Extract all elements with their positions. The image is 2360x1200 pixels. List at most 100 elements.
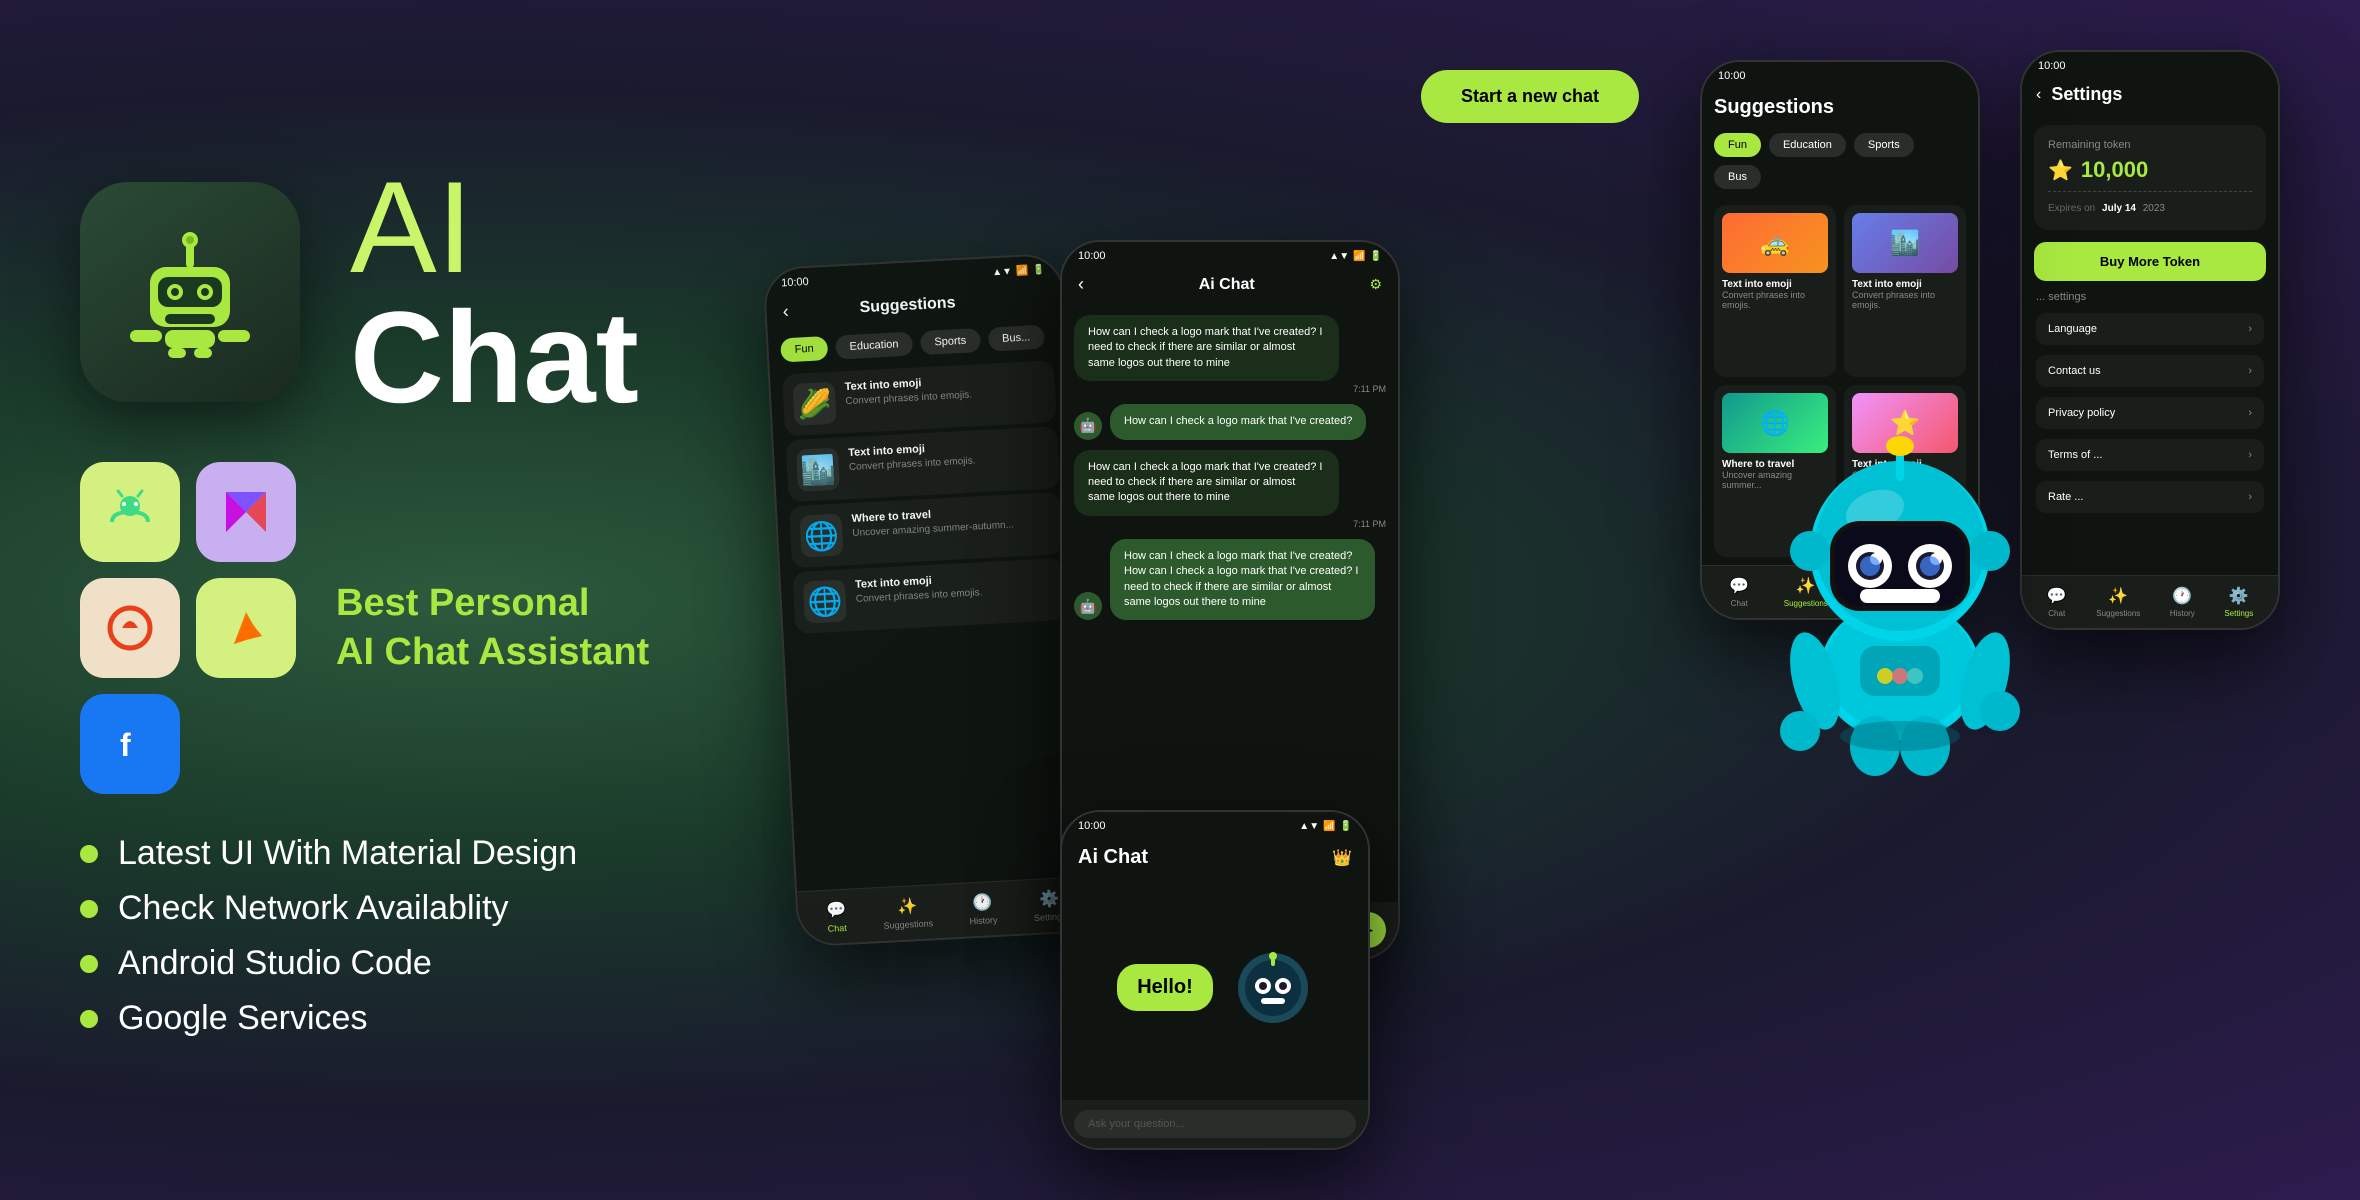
suggestion-emoji-4: 🌐 [803, 579, 847, 623]
lower-status-bar: 10:00 ▲▼📶🔋 [1062, 812, 1368, 836]
nav-history[interactable]: 🕐 History [968, 892, 998, 926]
status-icons: ▲▼📶🔋 [992, 264, 1045, 278]
suggestion-emoji-2: 🏙️ [796, 448, 840, 492]
gear-icon[interactable]: ⚙ [1369, 276, 1382, 293]
token-expiry: Expires on July 14 2023 [2048, 191, 2252, 216]
settings-back-arrow[interactable]: ‹ [2036, 86, 2041, 104]
chat-nav-icon: 💬 [826, 900, 847, 921]
coin-icon: ⭐ [2048, 158, 2073, 183]
tab-business[interactable]: Bus... [988, 325, 1045, 352]
suggestions-cards: 🌽 Text into emoji Convert phrases into e… [770, 356, 1093, 892]
svg-text:f: f [120, 727, 131, 763]
settings-title: Settings [2051, 84, 2122, 105]
tech-icons-grid: f [80, 462, 296, 794]
sug2-tab-sports[interactable]: Sports [1854, 133, 1914, 157]
settings-nav-suggestions[interactable]: ✨ Suggestions [2096, 586, 2140, 618]
message-4: 🤖 How can I check a logo mark that I've … [1074, 539, 1386, 621]
crown-icon: 👑 [1332, 848, 1352, 868]
suggestion-text-4: Text into emoji Convert phrases into emo… [855, 572, 983, 605]
title-ai: AI [350, 162, 639, 292]
message-2: 🤖 How can I check a logo mark that I've … [1074, 404, 1386, 439]
app-header: AI Chat [80, 162, 780, 422]
suggestion-text-3: Where to travel Uncover amazing summer-a… [851, 505, 1014, 539]
sug2-tab-bus[interactable]: Bus [1714, 165, 1761, 189]
sug2-card-img-1: 🚕 [1722, 213, 1828, 273]
bot-avatar-2: 🤖 [1074, 592, 1102, 620]
suggestion-card-3[interactable]: 🌐 Where to travel Uncover amazing summer… [789, 492, 1064, 568]
message-1: How can I check a logo mark that I've cr… [1074, 315, 1386, 394]
sug2-status-bar: 10:00 [1702, 62, 1978, 86]
lower-input-bar: Ask your question... [1062, 1100, 1368, 1148]
settings-nav-icon: ⚙️ [1039, 889, 1060, 910]
settings-privacy[interactable]: Privacy policy › [2036, 397, 2264, 429]
back-arrow-icon[interactable]: ‹ [782, 301, 789, 322]
tab-sports[interactable]: Sports [920, 328, 981, 355]
bot-bubble-2: How can I check a logo mark that I've cr… [1110, 539, 1375, 621]
robot-mascot [1740, 391, 2060, 771]
tab-education[interactable]: Education [835, 332, 913, 360]
tab-fun[interactable]: Fun [780, 336, 828, 362]
tech-icon-firebase [196, 578, 296, 678]
suggestion-card-4[interactable]: 🌐 Text into emoji Convert phrases into e… [792, 558, 1067, 634]
app-icon [80, 182, 300, 402]
lower-chat-title: Ai Chat [1078, 846, 1148, 869]
bullet-1 [80, 845, 98, 863]
settings-screen: 10:00 ‹ Settings Remaining token ⭐ 10,00… [2022, 52, 2278, 628]
tagline: Best Personal AI Chat Assistant [336, 579, 649, 678]
user-bubble-2: How can I check a logo mark that I've cr… [1074, 450, 1339, 516]
bullet-4 [80, 1010, 98, 1028]
left-section: AI Chat [80, 162, 780, 1038]
sug2-tab-fun[interactable]: Fun [1714, 133, 1761, 157]
settings-nav-history[interactable]: 🕐 History [2170, 586, 2195, 618]
main-status-icons: ▲▼📶🔋 [1329, 251, 1382, 262]
feature-item-4: Google Services [80, 999, 780, 1038]
main-container: AI Chat [0, 0, 2360, 1200]
settings-terms[interactable]: Terms of ... › [2036, 439, 2264, 471]
lower-chat-header: Ai Chat 👑 [1062, 836, 1368, 875]
right-section: Start a new chat 10:00 ▲▼📶🔋 ‹ Suggestion… [780, 40, 2280, 1160]
settings-token-box: Remaining token ⭐ 10,000 Expires on July… [2034, 125, 2266, 230]
title-chat: Chat [350, 292, 639, 422]
tech-icon-android [80, 462, 180, 562]
bullet-3 [80, 955, 98, 973]
suggestions-nav-icon: ✨ [897, 896, 918, 917]
settings-bottom-nav: 💬 Chat ✨ Suggestions 🕐 History ⚙️ Settin… [2022, 575, 2278, 628]
suggestion-text-1: Text into emoji Convert phrases into emo… [844, 375, 972, 408]
token-value: 10,000 [2081, 157, 2148, 183]
features-list: Latest UI With Material Design Check Net… [80, 834, 780, 1038]
tech-icon-kotlin [196, 462, 296, 562]
suggestion-card-1[interactable]: 🌽 Text into emoji Convert phrases into e… [782, 360, 1057, 436]
bot-bubble-1: How can I check a logo mark that I've cr… [1110, 404, 1366, 439]
sug2-card-2[interactable]: 🏙️ Text into emoji Convert phrases into … [1844, 205, 1966, 377]
message-3: How can I check a logo mark that I've cr… [1074, 450, 1386, 529]
suggestion-text-2: Text into emoji Convert phrases into emo… [848, 440, 976, 473]
settings-nav-settings[interactable]: ⚙️ Settings [2224, 586, 2253, 618]
main-back-arrow[interactable]: ‹ [1078, 274, 1084, 295]
sug2-card-1[interactable]: 🚕 Text into emoji Convert phrases into e… [1714, 205, 1836, 377]
history-nav-icon: 🕐 [972, 892, 993, 913]
lower-status-icons: ▲▼📶🔋 [1299, 821, 1352, 832]
hello-bubble: Hello! [1117, 964, 1213, 1011]
phone-lower-chat: 10:00 ▲▼📶🔋 Ai Chat 👑 Hello! [1060, 810, 1370, 1150]
settings-status-bar: 10:00 [2022, 52, 2278, 76]
phone-suggestions: 10:00 ▲▼📶🔋 ‹ Suggestions Fun Education S… [762, 253, 1097, 948]
nav-chat[interactable]: 💬 Chat [826, 900, 848, 934]
settings-language[interactable]: Language › [2036, 313, 2264, 345]
settings-rate[interactable]: Rate ... › [2036, 481, 2264, 513]
settings-contact[interactable]: Contact us › [2036, 355, 2264, 387]
bot-avatar-1: 🤖 [1074, 412, 1102, 440]
buy-token-button[interactable]: Buy More Token [2034, 242, 2266, 281]
suggestion-emoji-1: 🌽 [793, 382, 837, 426]
settings-header-row: ‹ Settings [2022, 76, 2278, 113]
token-label: Remaining token [2048, 139, 2252, 151]
lower-chat-screen: 10:00 ▲▼📶🔋 Ai Chat 👑 Hello! [1062, 812, 1368, 1148]
sug2-title: Suggestions [1702, 86, 1978, 125]
lower-chat-input[interactable]: Ask your question... [1074, 1110, 1356, 1138]
suggestion-card-2[interactable]: 🏙️ Text into emoji Convert phrases into … [785, 426, 1060, 502]
tech-icon-facebook: f [80, 694, 180, 794]
nav-suggestions[interactable]: ✨ Suggestions [882, 895, 933, 931]
feature-item-2: Check Network Availablity [80, 889, 780, 928]
tech-icon-arc [80, 578, 180, 678]
start-chat-button[interactable]: Start a new chat [1421, 70, 1639, 123]
sug2-tab-edu[interactable]: Education [1769, 133, 1846, 157]
